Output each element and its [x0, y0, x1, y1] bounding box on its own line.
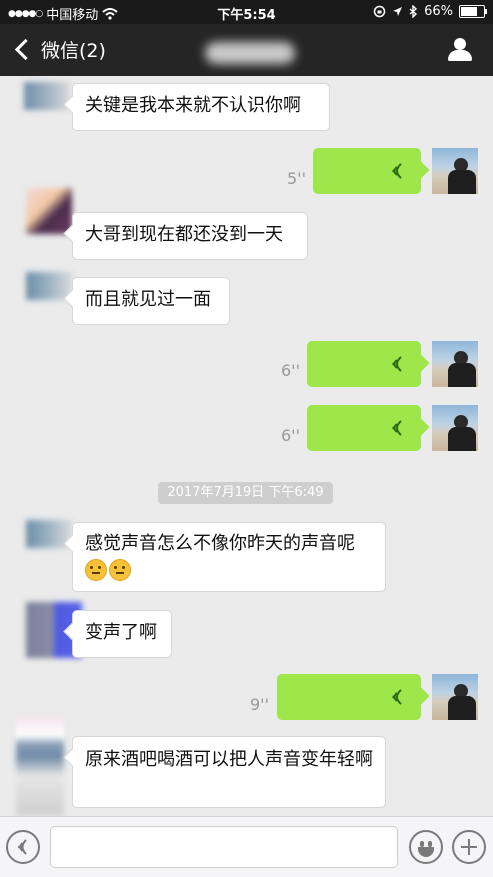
voice-duration: 5'': [287, 169, 306, 188]
message-bubble[interactable]: 关键是我本来就不认识你啊: [72, 83, 330, 131]
location-arrow-icon: [393, 7, 403, 16]
voice-duration: 6'': [281, 361, 300, 380]
emoji-icon[interactable]: [409, 830, 443, 864]
timestamp-divider: 2017年7月19日 下午6:49: [158, 482, 333, 504]
thinking-emoji-icon: [109, 559, 131, 581]
message-bubble[interactable]: 感觉声音怎么不像你昨天的声音呢: [72, 522, 386, 592]
voice-message[interactable]: [277, 674, 421, 720]
rotation-lock-icon: [373, 5, 386, 18]
my-avatar[interactable]: [432, 674, 478, 720]
chat-title-obscured: [205, 42, 295, 64]
voice-duration: 9'': [250, 695, 269, 714]
battery-percent: 66%: [424, 4, 453, 19]
my-avatar[interactable]: [432, 148, 478, 194]
message-text: 感觉声音怎么不像你昨天的声音呢: [85, 533, 355, 554]
voice-wave-icon: [392, 689, 402, 705]
contact-avatar[interactable]: [24, 82, 70, 110]
message-text: 原来酒吧喝酒可以把人声音变年轻啊: [85, 749, 373, 770]
back-label: 微信(2): [41, 40, 106, 62]
my-avatar[interactable]: [432, 405, 478, 451]
thinking-emoji-icon: [85, 559, 107, 581]
back-chevron-icon: [14, 38, 37, 61]
message-bubble[interactable]: 变声了啊: [72, 610, 172, 658]
status-bar: ●●●●○ 中国移动 下午5:54 66%: [0, 0, 493, 24]
voice-message[interactable]: [313, 148, 421, 194]
my-avatar[interactable]: [432, 341, 478, 387]
contact-avatar[interactable]: [16, 716, 64, 816]
voice-message[interactable]: [307, 405, 421, 451]
voice-toggle-icon[interactable]: [6, 830, 40, 864]
message-text: 关键是我本来就不认识你啊: [85, 95, 301, 116]
battery-icon: [459, 5, 487, 18]
nav-bar: 微信(2): [0, 24, 493, 76]
voice-wave-icon: [392, 163, 402, 179]
message-bubble[interactable]: 原来酒吧喝酒可以把人声音变年轻啊: [72, 736, 386, 808]
voice-duration: 6'': [281, 426, 300, 445]
input-bar: [0, 816, 493, 877]
message-text: 大哥到现在都还没到一天: [85, 224, 283, 245]
message-bubble[interactable]: 而且就见过一面: [72, 277, 230, 325]
message-bubble[interactable]: 大哥到现在都还没到一天: [72, 212, 308, 260]
contact-avatar[interactable]: [26, 188, 72, 234]
back-button[interactable]: 微信(2): [12, 36, 106, 63]
profile-icon[interactable]: [447, 38, 473, 62]
voice-wave-icon: [392, 356, 402, 372]
emoji-row: [85, 557, 373, 583]
voice-wave-icon: [392, 420, 402, 436]
message-input[interactable]: [50, 826, 398, 868]
plus-icon[interactable]: [452, 830, 486, 864]
chat-area[interactable]: 关键是我本来就不认识你啊 5'' 大哥到现在都还没到一天 而且就见过一面 6'': [0, 76, 493, 816]
message-text: 而且就见过一面: [85, 289, 211, 310]
message-text: 变声了啊: [85, 622, 157, 643]
voice-message[interactable]: [307, 341, 421, 387]
bluetooth-icon: [409, 5, 418, 18]
